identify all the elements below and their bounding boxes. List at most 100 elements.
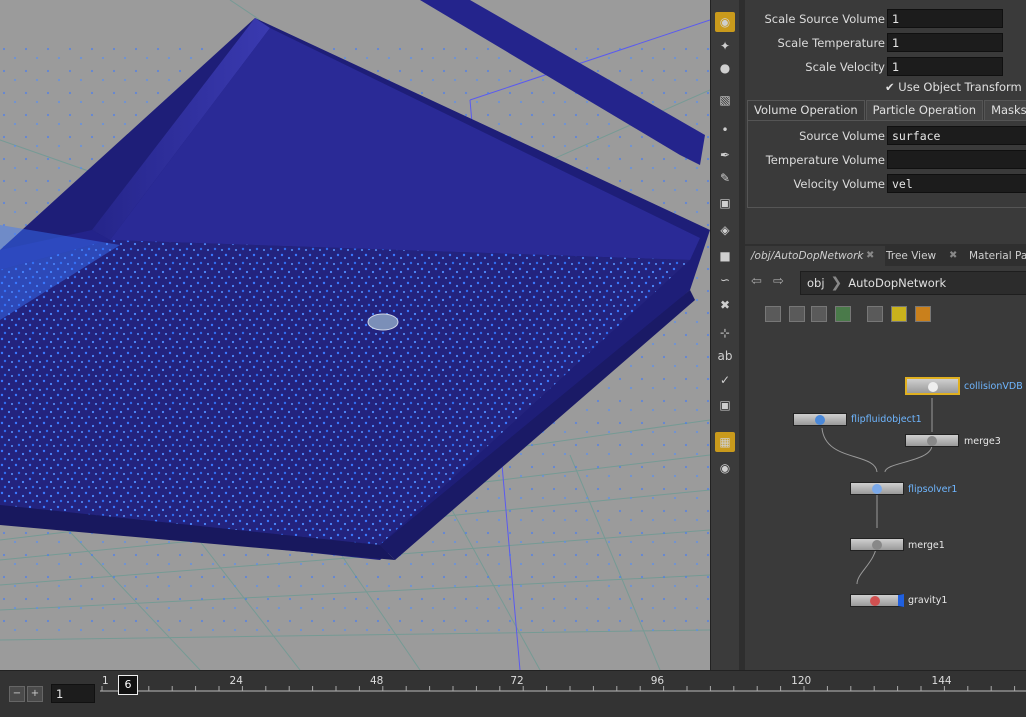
node-merge3[interactable] (905, 434, 959, 447)
merge-node-icon (927, 436, 937, 446)
image-tool-icon[interactable]: ▣ (715, 395, 735, 415)
cross-tool-icon[interactable]: ✖ (715, 295, 735, 315)
zoom-out-button[interactable]: − (9, 686, 25, 702)
tab-particle-operation[interactable]: Particle Operation (865, 100, 984, 120)
viewport-layout-icon[interactable]: ▦ (715, 432, 735, 452)
close-tab-icon[interactable]: ✖ (866, 246, 874, 266)
velocity-volume-field[interactable]: vel (887, 174, 1026, 193)
param-row-scale-temperature: Scale Temperature 1 (745, 32, 1026, 54)
text-tool-icon[interactable]: ab (715, 346, 735, 366)
tab-tree-view[interactable]: Tree View ✖ (880, 246, 968, 266)
node-merge1[interactable] (850, 538, 904, 551)
use-object-transform-label: Use Object Transform (898, 80, 1022, 94)
parameters-mode-icon[interactable] (789, 306, 805, 322)
select-tool-icon[interactable]: ◉ (715, 12, 735, 32)
back-arrow-icon[interactable]: ⇦ (751, 274, 767, 290)
ruler-label: 120 (791, 675, 811, 687)
vdb-node-icon (927, 382, 938, 392)
paint-tool-icon[interactable]: ◈ (715, 220, 735, 240)
frame-field[interactable]: 1 (51, 684, 95, 703)
curve-tool-icon[interactable]: ∽ (715, 270, 735, 290)
forward-arrow-icon[interactable]: ⇨ (773, 274, 789, 290)
param-row-scale-source-volume: Scale Source Volume 1 (745, 8, 1026, 30)
gravity-node-icon (869, 596, 880, 606)
param-label: Temperature Volume (765, 153, 885, 167)
fluid-node-icon (815, 415, 825, 425)
node-label-merge1: merge1 (908, 540, 945, 551)
node-collisionvdb[interactable] (905, 377, 960, 395)
param-label: Velocity Volume (793, 177, 885, 191)
current-frame-marker[interactable]: 6 (118, 675, 138, 695)
transform-tool-icon[interactable]: ✦ (715, 36, 735, 56)
parameter-pane: Scale Source Volume 1 Scale Temperature … (745, 0, 1026, 238)
breadcrumb-autodopnetwork[interactable]: AutoDopNetwork (842, 276, 952, 290)
solver-node-icon (872, 484, 882, 494)
merge-node-icon (872, 540, 882, 550)
detail-mode-icon[interactable] (811, 306, 827, 322)
path-bar: ⇦ ⇨ obj ❯ AutoDopNetwork (745, 268, 1026, 296)
timeline-ruler[interactable]: 1 24 48 72 96 120 144 (100, 673, 1026, 709)
tab-label: /obj/AutoDopNetwork (751, 250, 864, 262)
measure-tool-icon[interactable]: ▣ (715, 193, 735, 213)
tab-material-palette[interactable]: Material Pal (963, 246, 1026, 266)
sphere-tool-icon[interactable]: ● (715, 58, 735, 78)
scale-temperature-field[interactable]: 1 (887, 33, 1003, 52)
param-label: Scale Temperature (777, 36, 885, 50)
axis-tool-icon[interactable]: ⊹ (715, 323, 735, 343)
camera-tool-icon[interactable]: ▧ (715, 90, 735, 110)
node-flipsolver1[interactable] (850, 482, 904, 495)
use-object-transform-checkbox[interactable]: ✔ Use Object Transform (885, 80, 1022, 94)
tab-autodopnetwork[interactable]: /obj/AutoDopNetwork ✖ (745, 246, 885, 266)
ruler-label: 96 (651, 675, 665, 687)
brush-tool-icon[interactable]: ✒ (715, 145, 735, 165)
point-tool-icon[interactable]: • (715, 120, 735, 140)
tab-masks[interactable]: Masks (984, 100, 1026, 120)
network-toolbar (745, 300, 1026, 328)
sticky-note-icon[interactable] (891, 306, 907, 322)
zoom-in-button[interactable]: + (27, 686, 43, 702)
viewport-tool-shelf: ◉ ✦ ● ▧ • ✒ ✎ ▣ ◈ ■ ∽ ✖ ⊹ ab ✓ ▣ ▦ ◉ (710, 0, 740, 670)
subnet-icon[interactable] (915, 306, 931, 322)
node-flipfluidobject1[interactable] (793, 413, 847, 426)
stamp-tool-icon[interactable]: ■ (715, 246, 735, 266)
tab-label: Material Pal (969, 250, 1026, 262)
breadcrumb: obj ❯ AutoDopNetwork (800, 271, 1026, 295)
param-tabs: Volume Operation Particle Operation Mask… (747, 100, 1026, 120)
network-tab-bar: /obj/AutoDopNetwork ✖ Tree View ✖ Materi… (745, 244, 1026, 266)
tab-volume-operation[interactable]: Volume Operation (747, 100, 865, 120)
node-label-merge3: merge3 (964, 436, 1001, 447)
network-editor[interactable]: collisionVDB flipfluidobject1 merge3 fli… (745, 332, 1026, 670)
ruler-ticks: 1 24 48 72 96 120 144 (100, 675, 1026, 692)
pen-tool-icon[interactable]: ✎ (715, 168, 735, 188)
network-pane: /obj/AutoDopNetwork ✖ Tree View ✖ Materi… (745, 244, 1026, 670)
list-mode-icon[interactable] (765, 306, 781, 322)
ruler-label: 72 (510, 675, 523, 687)
eye-icon[interactable]: ◉ (715, 458, 735, 478)
ruler-label: 1 (102, 675, 109, 687)
tab-label: Tree View (886, 250, 937, 262)
temperature-volume-field[interactable] (887, 150, 1026, 169)
node-gravity1[interactable] (850, 594, 904, 607)
param-label: Scale Velocity (805, 60, 885, 74)
param-row-source-volume: Source Volume surface (745, 125, 1026, 147)
scale-source-volume-field[interactable]: 1 (887, 9, 1003, 28)
ruler-label: 24 (230, 675, 244, 687)
dropper-tool-icon[interactable]: ✓ (715, 370, 735, 390)
param-label: Scale Source Volume (764, 12, 885, 26)
breadcrumb-separator-icon: ❯ (830, 275, 843, 291)
viewport-3d[interactable] (0, 0, 710, 670)
network-box-icon[interactable] (867, 306, 883, 322)
scene-render (0, 0, 710, 670)
close-tab-icon[interactable]: ✖ (949, 246, 957, 266)
node-label-gravity1: gravity1 (908, 595, 948, 606)
breadcrumb-obj[interactable]: obj (801, 276, 831, 290)
color-palette-icon[interactable] (835, 306, 851, 322)
param-label: Source Volume (799, 129, 885, 143)
ruler-label: 144 (932, 675, 952, 687)
param-row-temperature-volume: Temperature Volume (745, 149, 1026, 171)
source-volume-field[interactable]: surface (887, 126, 1026, 145)
checkmark-icon: ✔ (885, 80, 895, 94)
node-label-flipsolver1: flipsolver1 (908, 484, 958, 495)
scale-velocity-field[interactable]: 1 (887, 57, 1003, 76)
param-row-velocity-volume: Velocity Volume vel (745, 173, 1026, 195)
